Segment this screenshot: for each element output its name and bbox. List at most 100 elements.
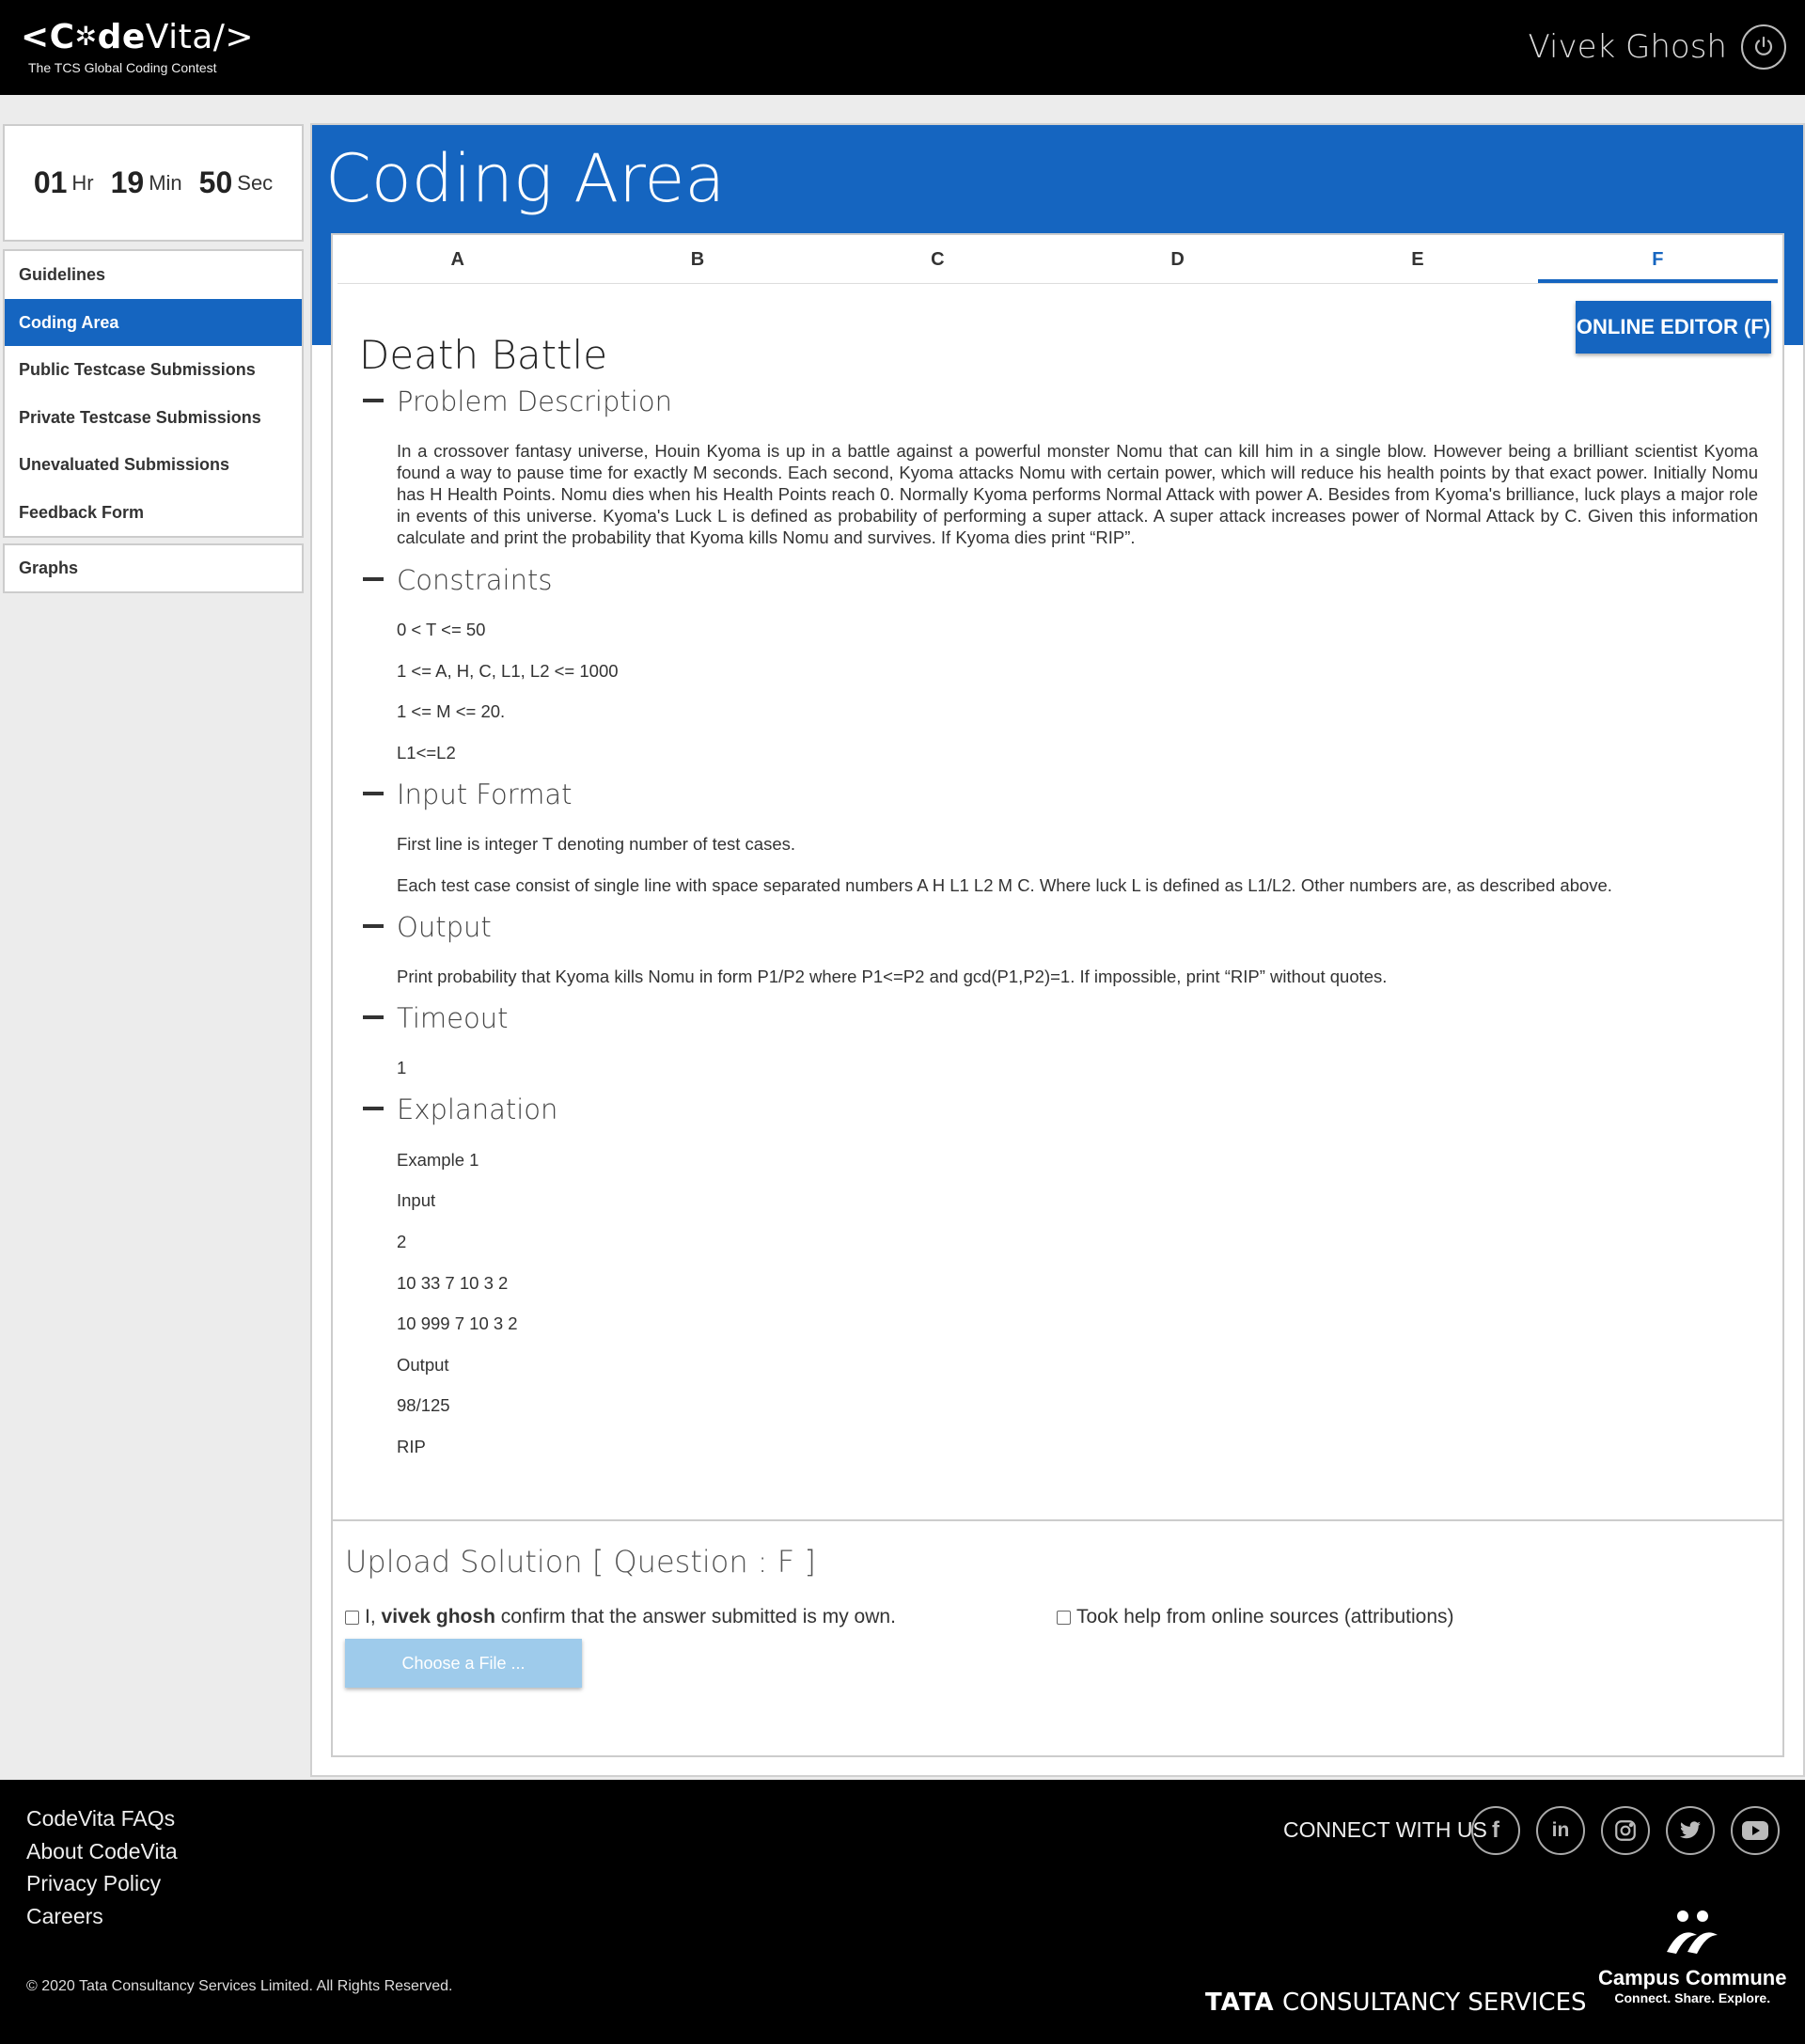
description-heading: Problem Description <box>397 385 672 417</box>
connect-label: CONNECT WITH US <box>1283 1817 1487 1842</box>
sidebar-item-public-testcase-submissions[interactable]: Public Testcase Submissions <box>5 346 302 394</box>
twitter-icon[interactable] <box>1666 1806 1715 1855</box>
output-text: Print probability that Kyoma kills Nomu … <box>397 967 1388 986</box>
collapse-icon <box>363 1015 384 1019</box>
upload-title: Upload Solution [ Question : F ] <box>345 1544 816 1580</box>
explanation-line: 98/125 <box>397 1395 450 1415</box>
tab-a[interactable]: A <box>337 235 577 283</box>
timeout-value: 1 <box>397 1058 407 1077</box>
logo-subtitle: The TCS Global Coding Contest <box>28 60 217 75</box>
sidebar-item-graphs[interactable]: Graphs <box>3 543 304 593</box>
footer-link-privacy[interactable]: Privacy Policy <box>26 1871 161 1896</box>
output-heading: Output <box>397 911 492 943</box>
logo-text-c: Vita/> <box>145 18 255 56</box>
logout-button[interactable] <box>1741 24 1786 70</box>
online-help-label: Took help from online sources (attributi… <box>1076 1606 1454 1627</box>
originality-checkbox[interactable] <box>345 1610 359 1625</box>
explanation-section-toggle[interactable]: Explanation <box>363 1093 557 1125</box>
explanation-line: 10 33 7 10 3 2 <box>397 1273 509 1293</box>
originality-confirm-row: I, vivek ghosh confirm that the answer s… <box>345 1606 896 1628</box>
campus-commune-logo: Campus Commune Connect. Share. Explore. <box>1598 1907 1786 2005</box>
sidebar-item-guidelines[interactable]: Guidelines <box>5 251 302 299</box>
explanation-line: RIP <box>397 1437 426 1456</box>
question-tabs: A B C D E F <box>337 235 1778 284</box>
footer-link-faqs[interactable]: CodeVita FAQs <box>26 1806 175 1832</box>
footer-link-careers[interactable]: Careers <box>26 1904 103 1929</box>
constraint-line: 1 <= A, H, C, L1, L2 <= 1000 <box>397 661 619 681</box>
sidebar-item-feedback-form[interactable]: Feedback Form <box>5 489 302 537</box>
sidebar-item-private-testcase-submissions[interactable]: Private Testcase Submissions <box>5 394 302 442</box>
input-format-line: First line is integer T denoting number … <box>397 834 796 854</box>
timer-hours: 01 <box>33 165 68 199</box>
explanation-heading: Explanation <box>397 1093 558 1125</box>
footer: CodeVita FAQs About CodeVita Privacy Pol… <box>0 1780 1805 2044</box>
tab-d[interactable]: D <box>1058 235 1297 283</box>
constraint-line: 1 <= M <= 20. <box>397 701 506 721</box>
linkedin-icon[interactable]: in <box>1536 1806 1585 1855</box>
tab-e[interactable]: E <box>1297 235 1537 283</box>
timer-minutes-unit: Min <box>149 170 182 195</box>
timer-seconds-unit: Sec <box>237 170 274 195</box>
logo-wordmark: <C✲deVita/> <box>21 19 254 58</box>
online-editor-button[interactable]: ONLINE EDITOR (F) <box>1576 301 1771 354</box>
campus-commune-name: Campus Commune <box>1598 1966 1787 1989</box>
user-name: Vivek Ghosh <box>1528 28 1727 66</box>
youtube-icon[interactable] <box>1731 1806 1780 1855</box>
top-bar: <C✲deVita/> The TCS Global Coding Contes… <box>0 0 1805 95</box>
constraint-line: L1<=L2 <box>397 743 456 763</box>
collapse-icon <box>363 924 384 928</box>
main-panel: Coding Area A B C D E F ONLINE EDITOR (F… <box>310 123 1805 1777</box>
facebook-icon[interactable]: f <box>1471 1806 1520 1855</box>
timeout-section-toggle[interactable]: Timeout <box>363 1002 508 1034</box>
collapse-icon <box>363 1107 384 1110</box>
collapse-icon <box>363 577 384 581</box>
campus-commune-tagline: Connect. Share. Explore. <box>1614 1990 1771 2005</box>
timeout-heading: Timeout <box>397 1002 509 1034</box>
problem-card: A B C D E F ONLINE EDITOR (F) Death Batt… <box>331 233 1784 1633</box>
tab-f[interactable]: F <box>1537 235 1778 283</box>
tcs-logo-bold: TATA <box>1205 1989 1275 2017</box>
confirm-suffix: confirm that the answer submitted is my … <box>500 1606 896 1627</box>
description-section-toggle[interactable]: Problem Description <box>363 385 672 417</box>
explanation-line: Example 1 <box>397 1150 479 1170</box>
explanation-line: 10 999 7 10 3 2 <box>397 1313 518 1333</box>
campus-commune-icon <box>1667 1910 1719 1954</box>
timer-hours-unit: Hr <box>71 170 94 195</box>
input-format-line: Each test case consist of single line wi… <box>397 875 1612 895</box>
timer-seconds: 50 <box>198 165 233 199</box>
countdown-timer: 01 Hr 19 Min 50 Sec <box>3 124 304 242</box>
confirm-user-name: vivek ghosh <box>381 1606 495 1627</box>
codevita-logo[interactable]: <C✲deVita/> The TCS Global Coding Contes… <box>21 19 254 76</box>
constraint-line: 0 < T <= 50 <box>397 620 486 639</box>
online-help-row: Took help from online sources (attributi… <box>1057 1606 1454 1628</box>
page-title: Coding Area <box>325 140 726 217</box>
online-help-checkbox[interactable] <box>1057 1610 1071 1625</box>
collapse-icon <box>363 399 384 402</box>
instagram-icon[interactable] <box>1601 1806 1650 1855</box>
logo-text-b: de <box>97 18 146 56</box>
input-format-section-toggle[interactable]: Input Format <box>363 778 573 810</box>
sidebar-item-coding-area[interactable]: Coding Area <box>5 298 302 346</box>
output-section-toggle[interactable]: Output <box>363 911 492 943</box>
tab-c[interactable]: C <box>818 235 1058 283</box>
input-format-heading: Input Format <box>397 778 573 810</box>
timer-minutes: 19 <box>110 165 145 199</box>
choose-file-button[interactable]: Choose a File ... <box>345 1639 582 1688</box>
asterisk-icon: ✲ <box>74 21 98 52</box>
footer-link-about[interactable]: About CodeVita <box>26 1839 178 1864</box>
sidebar-item-unevaluated-submissions[interactable]: Unevaluated Submissions <box>5 441 302 489</box>
constraints-heading: Constraints <box>397 564 553 596</box>
problem-title: Death Battle <box>359 332 608 378</box>
constraints-section-toggle[interactable]: Constraints <box>363 564 552 596</box>
tab-b[interactable]: B <box>577 235 817 283</box>
copyright-text: © 2020 Tata Consultancy Services Limited… <box>26 1978 453 1994</box>
sidebar-nav: Guidelines Coding Area Public Testcase S… <box>3 249 304 538</box>
logo-text-a: <C <box>21 18 75 56</box>
explanation-line: Output <box>397 1355 449 1375</box>
tcs-logo-rest: CONSULTANCY SERVICES <box>1281 1989 1587 2017</box>
collapse-icon <box>363 792 384 795</box>
problem-description: In a crossover fantasy universe, Houin K… <box>397 441 1758 547</box>
upload-solution-card: Upload Solution [ Question : F ] I, vive… <box>331 1519 1784 1757</box>
explanation-line: Input <box>397 1190 436 1210</box>
explanation-line: 2 <box>397 1232 407 1251</box>
